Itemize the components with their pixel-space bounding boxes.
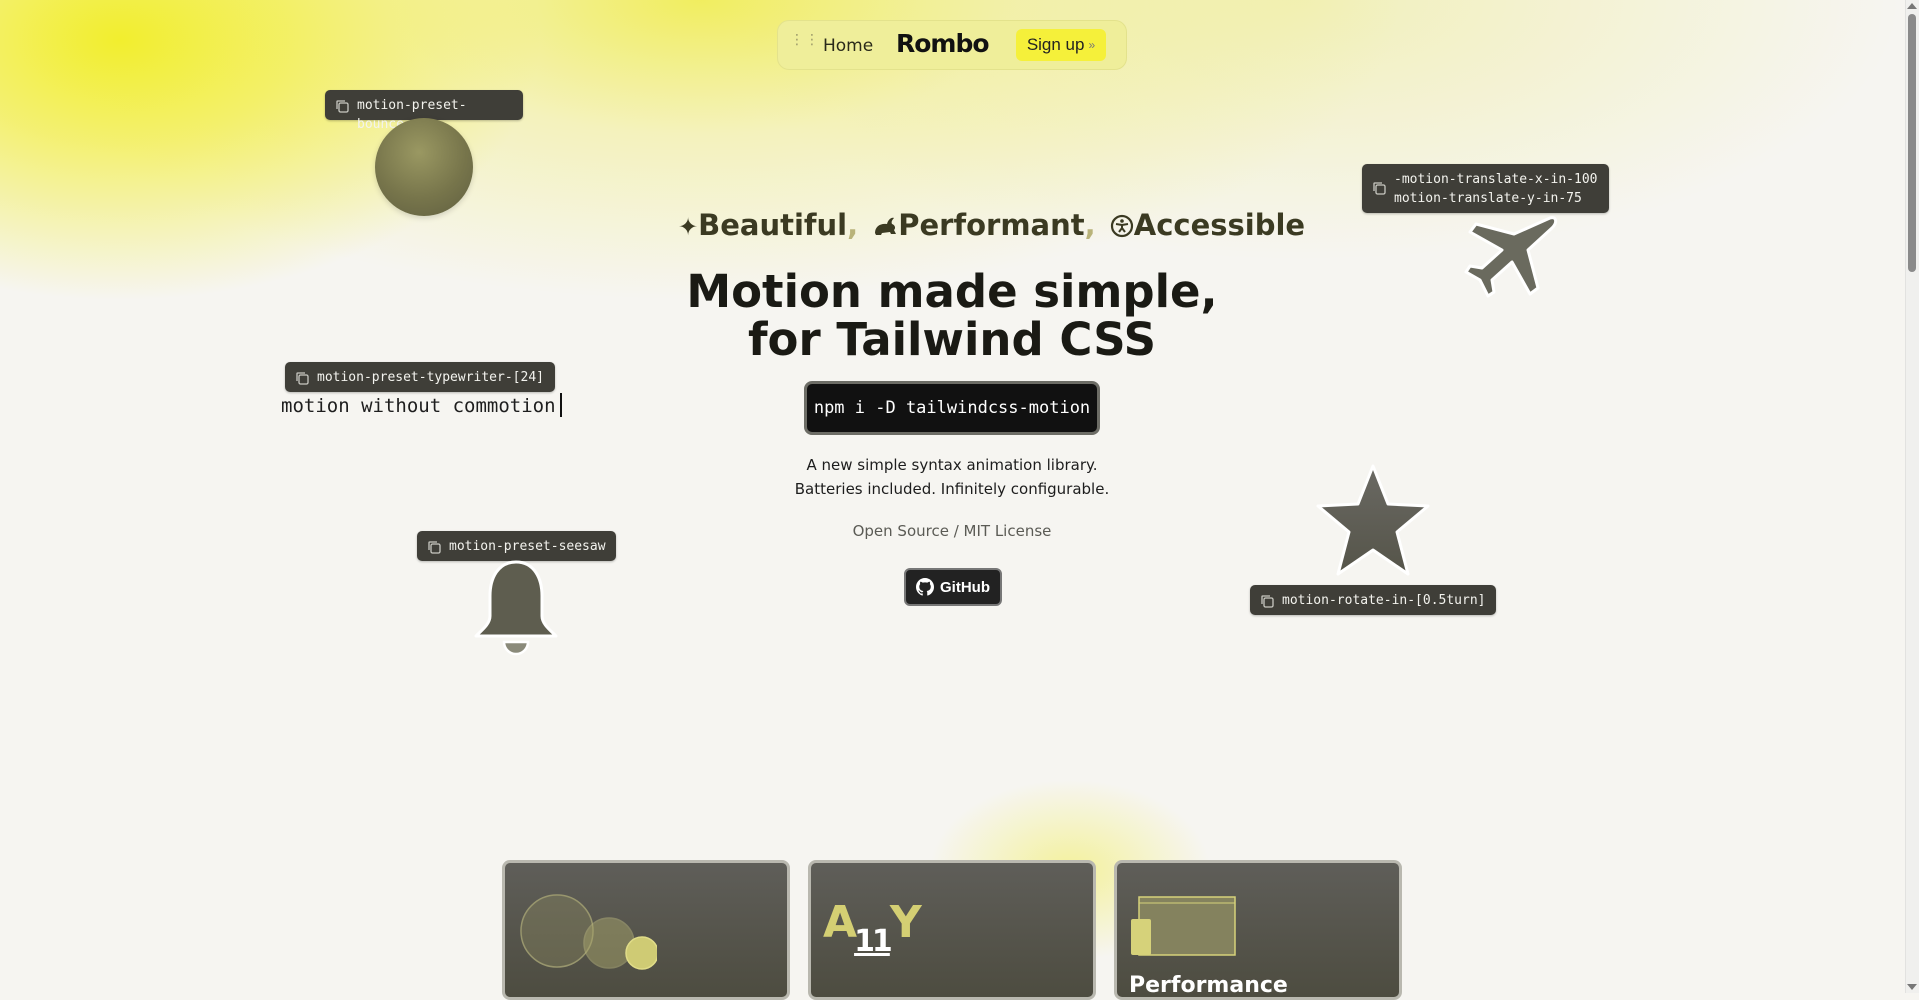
desc-line1: A new simple syntax animation library. [806, 456, 1098, 474]
tagline-comma: , [1084, 208, 1096, 242]
circles-illustration [520, 894, 657, 970]
star-icon [1316, 464, 1430, 576]
feature-card-beautiful[interactable] [502, 860, 790, 1000]
tagline-accessible: Accessible [1133, 208, 1306, 242]
signup-button[interactable]: Sign up» [1016, 29, 1106, 61]
copy-icon [1261, 595, 1274, 608]
a11y-y: Y [889, 897, 922, 948]
tag-label: motion-preset-seesaw [449, 539, 606, 554]
logo[interactable]: Rombo [896, 29, 990, 58]
grip-icon[interactable]: ⋮⋮ [790, 33, 820, 47]
desc-line2: Batteries included. Infinitely configura… [794, 480, 1110, 498]
window-illustration [1131, 896, 1236, 956]
copy-icon [1373, 182, 1386, 195]
text-cursor [559, 393, 562, 417]
plane-icon [1464, 216, 1558, 298]
typewriter-text: motion without commotion [281, 393, 562, 417]
tag-rotate[interactable]: motion-rotate-in-[0.5turn] [1250, 585, 1496, 615]
typewriter-content: motion without commotion [281, 395, 556, 417]
tag-label: motion-preset-typewriter-[24] [317, 370, 544, 385]
scroll-thumb[interactable] [1908, 14, 1916, 272]
a11y-logo: A11Y [823, 897, 922, 959]
tag-label-line1: -motion-translate-x-in-100 [1394, 172, 1598, 187]
github-icon [916, 578, 934, 596]
license-text: Open Source / MIT License [852, 522, 1052, 540]
headline-line1: Motion made simple, [686, 265, 1218, 318]
tagline-beautiful: Beautiful [698, 208, 848, 242]
accessibility-icon [1110, 214, 1133, 238]
scroll-down-arrow-icon[interactable] [1907, 984, 1917, 990]
bouncing-ball [375, 118, 473, 216]
tag-label: motion-rotate-in-[0.5turn] [1282, 593, 1486, 608]
github-label: GitHub [940, 578, 990, 596]
sparkle-icon: ✦ [678, 213, 699, 241]
a11y-11: 11 [854, 924, 893, 959]
signup-label: Sign up [1026, 35, 1085, 54]
tagline-comma: , [847, 208, 859, 242]
bell-icon [474, 560, 558, 656]
copy-icon [296, 372, 309, 385]
install-command[interactable]: npm i -D tailwindcss-motion [804, 381, 1100, 435]
headline-line2: for Tailwind CSS [747, 313, 1157, 366]
tag-translate[interactable]: -motion-translate-x-in-100 motion-transl… [1362, 164, 1609, 213]
description: A new simple syntax animation library. B… [652, 453, 1252, 501]
scrollbar[interactable] [1905, 0, 1919, 993]
page-title: Motion made simple, for Tailwind CSS [600, 268, 1304, 364]
tagline: ✦Beautiful, Performant, Accessible [678, 208, 1305, 248]
card-title-performance: Performance [1129, 973, 1288, 998]
copy-icon [336, 100, 349, 113]
tag-typewriter[interactable]: motion-preset-typewriter-[24] [285, 362, 555, 392]
rabbit-icon [875, 217, 897, 235]
tag-seesaw[interactable]: motion-preset-seesaw [417, 531, 616, 561]
copy-icon [428, 541, 441, 554]
top-nav: ⋮⋮ Home Rombo Sign up» [777, 20, 1127, 70]
nav-home-link[interactable]: Home [823, 36, 873, 56]
feature-card-performance[interactable]: Performance [1114, 860, 1402, 1000]
tag-bounce[interactable]: motion-preset-bounce [325, 90, 523, 132]
tag-label-line2: motion-translate-y-in-75 [1394, 191, 1582, 206]
tagline-performant: Performant [898, 208, 1085, 242]
scroll-up-arrow-icon[interactable] [1907, 3, 1917, 9]
feature-card-accessible[interactable]: A11Y [808, 860, 1096, 1000]
github-button[interactable]: GitHub [904, 568, 1002, 606]
a11y-a: A [823, 897, 857, 948]
chevron-right-icon: » [1088, 38, 1096, 52]
